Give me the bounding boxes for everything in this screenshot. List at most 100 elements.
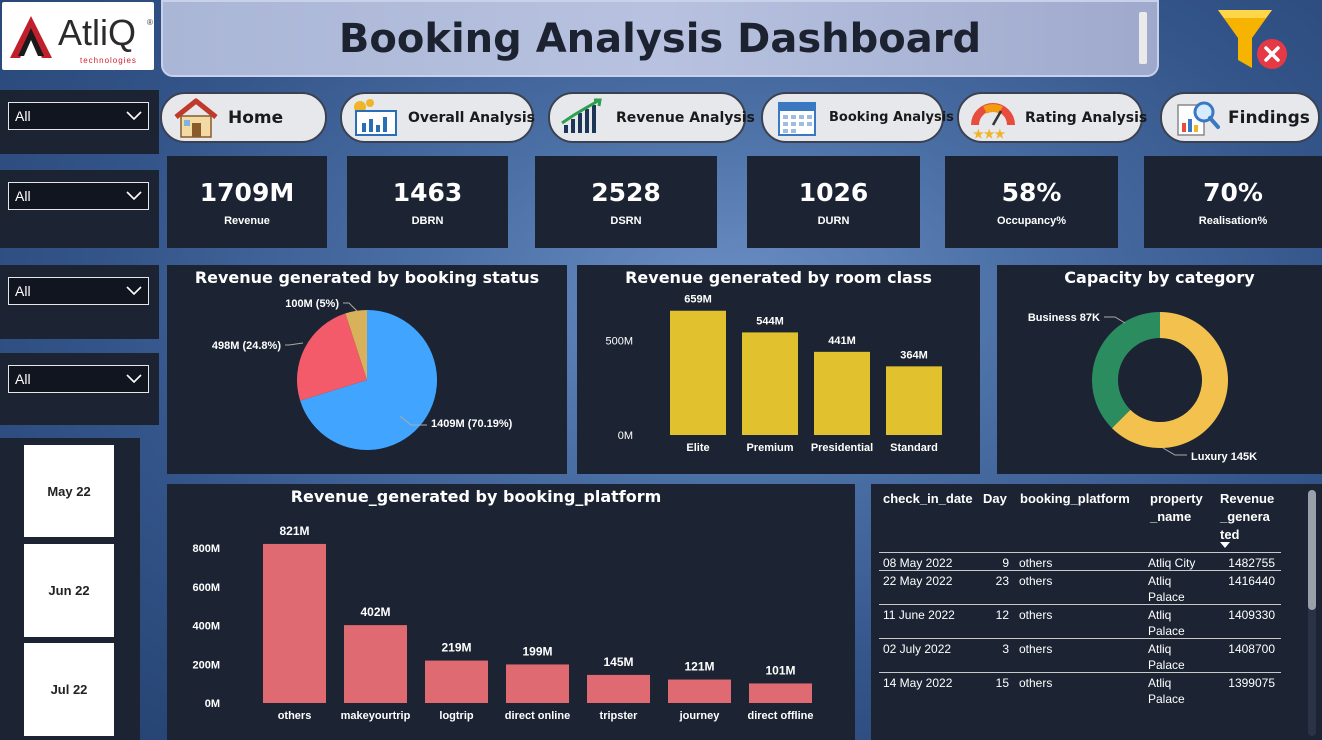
kpi-value: 58% [1001, 177, 1062, 207]
page-title: Booking Analysis Dashboard [338, 15, 982, 62]
title-scrollbar[interactable] [1139, 12, 1147, 64]
column-header-revenue-generated[interactable]: Revenue _genera ted [1220, 490, 1274, 544]
kpi-card-occupancy: 58% Occupancy% [945, 156, 1118, 248]
revenue-icon [561, 98, 602, 133]
bar [668, 679, 731, 703]
slicer-value: All [15, 188, 31, 204]
slicer-dropdown-3[interactable]: All [8, 277, 149, 305]
bar [749, 683, 812, 703]
cell-property: Atliq Palace [1148, 574, 1185, 604]
booking-table: check_in_date Day booking_platform prope… [871, 484, 1322, 740]
data-label: 441M [828, 335, 856, 347]
table-row[interactable]: 14 May 2022 15 others Atliq Palace 13990… [879, 672, 1281, 706]
room-class-chart: Revenue generated by room class 0M 500M 65… [577, 265, 980, 474]
month-button[interactable]: Jun 22 [24, 544, 114, 637]
leader-line [285, 342, 304, 346]
data-label: 100M (5%) [285, 298, 339, 310]
cell-property: Atliq City [1148, 556, 1196, 570]
slicer-dropdown-4[interactable]: All [8, 365, 149, 393]
column-header-day[interactable]: Day [983, 490, 1007, 508]
leader-line [1162, 447, 1187, 456]
cell-date: 11 June 2022 [883, 608, 955, 622]
cell-day: 9 [1002, 556, 1009, 570]
month-button[interactable]: May 22 [24, 445, 114, 537]
kpi-label: DBRN [411, 214, 444, 227]
nav-rating-analysis-button[interactable]: ★★★ Rating Analysis [957, 92, 1147, 143]
kpi-value: 1463 [392, 177, 463, 207]
data-label: 364M [900, 349, 928, 361]
gauge-icon: ★★★ [971, 102, 1015, 139]
capacity-donut: Luxury 145K Business 87K [1028, 312, 1257, 463]
filter-clear-icon[interactable] [1214, 4, 1294, 76]
nav-findings-button[interactable]: Findings [1160, 92, 1320, 143]
nav-booking-analysis-button[interactable]: Booking Analysis [761, 92, 954, 143]
chevron-down-icon [126, 286, 142, 296]
nav-overall-analysis-button[interactable]: Overall Analysis [340, 92, 535, 143]
month-slicer: May 22 Jun 22 Jul 22 [0, 438, 140, 740]
nav-home-button[interactable]: Home [160, 92, 327, 143]
slicer-panel-2: All [0, 170, 159, 248]
kpi-label: Revenue [224, 214, 270, 227]
booking-platform-chart: Revenue_generated by booking_platform 0M… [167, 484, 855, 740]
data-label: 821M [279, 524, 309, 538]
nav-revenue-analysis-button[interactable]: Revenue Analysis [548, 92, 755, 143]
data-label: 402M [360, 605, 390, 619]
kpi-value: 2528 [591, 177, 661, 207]
cell-property: Atliq Palace [1148, 676, 1185, 706]
y-tick-label: 500M [605, 336, 633, 348]
bar [425, 660, 488, 703]
logo-tagline: technologies [80, 56, 137, 65]
kpi-value: 70% [1203, 177, 1263, 207]
kpi-label: DSRN [610, 214, 642, 227]
table-scrollbar-thumb[interactable] [1308, 490, 1316, 610]
cell-platform: others [1019, 608, 1053, 622]
table-row[interactable]: 02 July 2022 3 others Atliq Palace 14087… [879, 638, 1281, 672]
cell-platform: others [1019, 574, 1053, 588]
x-tick-label: others [278, 710, 312, 722]
data-label: 199M [522, 644, 552, 658]
y-tick-label: 400M [192, 621, 220, 633]
y-tick-label: 0M [205, 698, 220, 710]
nav-overall-analysis-label: Overall Analysis [408, 109, 535, 126]
slicer-dropdown-1[interactable]: All [8, 102, 149, 130]
booking-platform-bars: 0M 200M 400M 600M 800M 821M others 402M makeyour… [192, 524, 813, 722]
kpi-card-dbrn: 1463 DBRN [347, 156, 508, 248]
logo-name: AtliQ [58, 12, 137, 53]
slicer-panel-3: All [0, 265, 159, 339]
column-header-booking-platform[interactable]: booking_platform [1020, 490, 1130, 508]
leader-line [1104, 316, 1126, 324]
calendar-icon [778, 101, 816, 136]
x-tick-label: Presidential [811, 442, 873, 454]
month-button[interactable]: Jul 22 [24, 643, 114, 736]
x-tick-label: logtrip [439, 710, 473, 722]
table-row[interactable]: 08 May 2022 9 others Atliq City 1482755 [879, 552, 1281, 570]
table-row[interactable]: 22 May 2022 23 others Atliq Palace 14164… [879, 570, 1281, 604]
magnifier-icon [1177, 101, 1220, 136]
kpi-value: 1709M [199, 177, 295, 207]
column-header-property-name[interactable]: property _name [1150, 490, 1203, 526]
kpi-card-revenue: 1709M Revenue [167, 156, 327, 248]
data-label: Luxury 145K [1191, 451, 1257, 463]
x-tick-label: direct online [505, 710, 570, 722]
cell-day: 12 [995, 608, 1009, 622]
column-header-check-in-date[interactable]: check_in_date [883, 490, 973, 508]
data-label: 219M [441, 641, 471, 655]
analytics-icon [354, 98, 397, 136]
chevron-down-icon [126, 374, 142, 384]
cell-date: 22 May 2022 [883, 574, 953, 588]
x-tick-label: Elite [686, 442, 709, 454]
data-label: 121M [684, 660, 714, 674]
cell-day: 15 [995, 676, 1009, 690]
slicer-panel-1: All [0, 90, 159, 154]
data-label: 1409M (70.19%) [431, 418, 513, 430]
x-tick-label: tripster [600, 710, 639, 722]
donut-slice [1092, 312, 1160, 429]
table-row[interactable]: 11 June 2022 12 others Atliq Palace 1409… [879, 604, 1281, 638]
table-scrollbar[interactable] [1308, 490, 1316, 736]
bar [344, 625, 407, 703]
nav-home-label: Home [228, 107, 284, 128]
cell-day: 23 [995, 574, 1009, 588]
chevron-down-icon [126, 111, 142, 121]
cell-platform: others [1019, 642, 1053, 656]
slicer-dropdown-2[interactable]: All [8, 182, 149, 210]
